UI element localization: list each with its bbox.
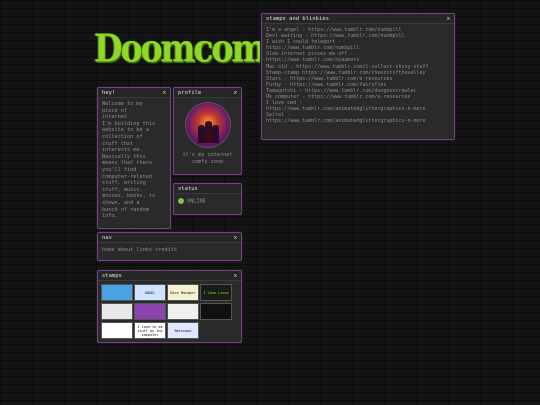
profile-avatar [184, 102, 231, 148]
online-status-icon [178, 198, 184, 204]
hey-text-line: movies, books, tv [102, 193, 156, 200]
nav-link-credits[interactable]: credits [155, 247, 177, 253]
hey-text-line: stuff, music, [102, 186, 143, 193]
profile-caption: it's my internet comfy zone [182, 152, 233, 165]
stamps-titlebar[interactable]: stamps x [98, 271, 241, 281]
stamp-image [101, 284, 133, 301]
nav-title: nav [102, 234, 112, 241]
hey-text-line: collection of [102, 133, 143, 140]
stamp-grid: ANGEL Nice Manager I love Linux I love to d… [98, 281, 241, 342]
stamp-image: ANGEL [134, 284, 166, 301]
stamps-blinkies-window: stamps and blinkies x I'm a angel - http… [261, 13, 455, 140]
blinkie-credit-line: https://www.tumblr.com/animatedglittergr… [266, 118, 426, 125]
hey-text-line: computer-related [102, 173, 152, 180]
stamp-image [101, 303, 133, 320]
hey-text-line: info. [102, 213, 118, 220]
status-window: status ONLINE [173, 183, 242, 215]
hey-text-line: Welcome to my [102, 101, 143, 107]
nav-links: home about links credits [98, 243, 241, 257]
status-title: status [178, 185, 198, 192]
stamp-image: Nice Manager [167, 284, 199, 301]
stamp-image: I love Linux [200, 284, 232, 301]
stamps-blinkies-title: stamps and blinkies [266, 15, 329, 22]
status-row: ONLINE [174, 194, 241, 208]
stamp-image [200, 303, 232, 320]
hey-text: Welcome to my piece of internet I'm buildin… [98, 98, 170, 223]
close-icon[interactable]: x [234, 90, 237, 96]
stamps-title: stamps [102, 272, 122, 279]
hey-text-line: interests me. [102, 147, 143, 154]
stamp-image [134, 303, 166, 320]
hey-text-line: website to be a [102, 127, 149, 134]
hey-text-line: you'll find [102, 166, 137, 173]
stamps-window: stamps x ANGEL Nice Manager I love Linux I … [97, 270, 242, 343]
hey-title: hey! [102, 89, 116, 96]
stamp-image [167, 303, 199, 320]
nav-titlebar[interactable]: nav x [98, 233, 241, 243]
hey-text-line: I'm building this [102, 120, 156, 127]
status-value: ONLINE [187, 198, 206, 205]
hey-text-line: means that there [102, 160, 152, 167]
hey-titlebar[interactable]: hey! x [98, 88, 170, 98]
profile-window: profile x it's my internet comfy zone [173, 87, 242, 175]
stamps-blinkies-titlebar[interactable]: stamps and blinkies x [262, 14, 454, 24]
hey-text-line: piece of [102, 107, 127, 114]
stamp-image: I love to do stuff on the computer [134, 322, 166, 339]
hey-text-line: stuff that [102, 140, 134, 147]
hey-text-line: bunch of random [102, 206, 149, 213]
blinkie-credit-line: https://www.tumblr.com/animatedglittergr… [266, 106, 426, 113]
blinkie-credit-line: Mac old - https://www.tumblr.com/i-colle… [266, 63, 429, 70]
stamp-image: Netscape [167, 322, 199, 339]
hey-text-line: internet [102, 114, 127, 121]
hey-text-line: shows, and a [102, 199, 140, 206]
stamps-blinkies-list: I'm a angel - https://www.tumblr.com/num… [262, 24, 454, 128]
status-titlebar[interactable]: status [174, 184, 241, 194]
close-icon[interactable]: x [447, 16, 450, 22]
close-icon[interactable]: x [234, 235, 237, 241]
nav-window: nav x home about links credits [97, 232, 242, 261]
nav-link-about[interactable]: about [118, 247, 134, 253]
stamp-image [101, 322, 133, 339]
close-icon[interactable]: x [234, 273, 237, 279]
site-logo: Doomcoming [94, 26, 320, 71]
hey-text-line: stuff, writing [102, 180, 146, 187]
hey-window: hey! x Welcome to my piece of internet I'm … [97, 87, 171, 229]
nav-link-links[interactable]: links [136, 247, 152, 253]
profile-title: profile [178, 89, 202, 96]
profile-titlebar[interactable]: profile x [174, 88, 241, 98]
blinkie-credit-line: Stamp-stamp https://www.tumblr.com/cheez… [266, 69, 426, 76]
nav-link-home[interactable]: home [102, 247, 115, 253]
hey-text-line: Basically this [102, 153, 146, 160]
close-icon[interactable]: x [163, 90, 166, 96]
